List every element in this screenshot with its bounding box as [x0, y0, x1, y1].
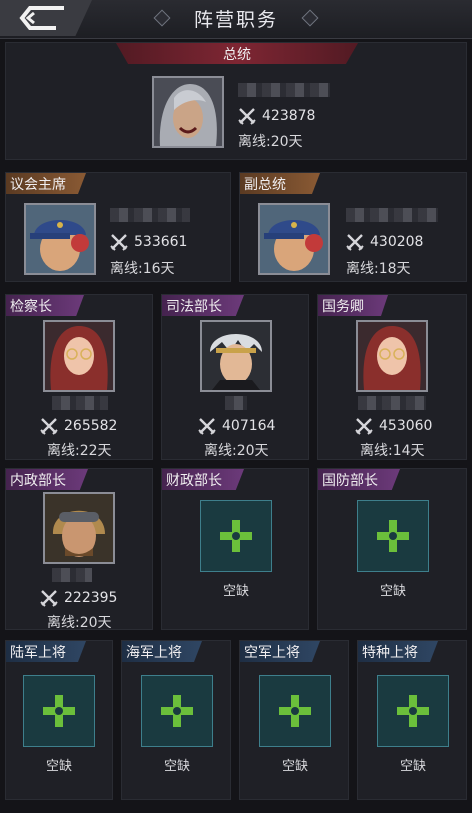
navy-general-vacant-label: 空缺 [163, 759, 190, 774]
special-forces-general-vacant-slot[interactable] [377, 675, 449, 747]
top-bar: 阵营职务 [0, 0, 472, 39]
crossed-swords-icon [40, 418, 58, 435]
prosecutor-power: 265582 [40, 417, 117, 435]
vice-president-avatar[interactable] [258, 203, 330, 275]
capped-soldier-portrait-icon [260, 205, 328, 273]
page-title: 阵营职务 [193, 8, 278, 31]
vice-president-power: 430208 [346, 233, 423, 251]
gray-haired-portrait-icon [154, 78, 222, 146]
plus-add-icon [397, 695, 429, 727]
air-force-general-vacant-slot[interactable] [259, 675, 331, 747]
justice-minister-power: 407164 [198, 417, 275, 435]
navy-general-vacant-slot[interactable] [141, 675, 213, 747]
air-force-general-title-banner: 空军上将 [240, 641, 320, 662]
vice-president-name-blurred [346, 208, 438, 222]
interior-minister-title-banner: 内政部长 [6, 469, 88, 490]
interior-minister-power: 222395 [40, 589, 117, 607]
justice-minister-offline: 离线:20天 [204, 443, 269, 459]
white-haired-man-portrait-icon [202, 322, 270, 390]
leader-title-banner: 总统 [116, 43, 358, 64]
leader-title: 总统 [223, 46, 251, 63]
leader-power: 423878 [238, 107, 315, 125]
leader-avatar[interactable] [152, 76, 224, 148]
army-general-vacant-label: 空缺 [45, 759, 72, 774]
goggled-man-portrait-icon [45, 494, 113, 562]
crossed-swords-icon [110, 234, 128, 251]
prosecutor-offline: 离线:22天 [47, 443, 112, 459]
defense-minister-title-banner: 国防部长 [318, 469, 400, 490]
justice-minister-title-banner: 司法部长 [162, 295, 244, 316]
finance-minister-vacant-label: 空缺 [222, 584, 249, 599]
plus-add-icon [43, 695, 75, 727]
army-general-vacant-slot[interactable] [23, 675, 95, 747]
navy-general-title-banner: 海军上将 [122, 641, 202, 662]
interior-minister-offline: 离线:20天 [47, 615, 112, 631]
speaker-power: 533661 [110, 233, 187, 251]
plus-add-icon [220, 520, 252, 552]
prosecutor-title-banner: 检察长 [6, 295, 84, 316]
special-forces-general-title-banner: 特种上将 [358, 641, 438, 662]
air-force-general-vacant-label: 空缺 [281, 759, 308, 774]
crossed-swords-icon [198, 418, 216, 435]
prosecutor-avatar[interactable] [43, 320, 115, 392]
back-button[interactable] [0, 0, 92, 36]
secretary-of-state-name-blurred [358, 396, 426, 410]
interior-minister-avatar[interactable] [43, 492, 115, 564]
finance-minister-title-banner: 财政部长 [162, 469, 244, 490]
red-haired-woman-portrait-icon [358, 322, 426, 390]
speaker-offline: 离线:16天 [110, 261, 175, 277]
plus-add-icon [377, 520, 409, 552]
secretary-of-state-avatar[interactable] [356, 320, 428, 392]
plus-add-icon [161, 695, 193, 727]
justice-minister-name-blurred [225, 396, 247, 410]
secretary-of-state-power: 453060 [355, 417, 432, 435]
special-forces-general-vacant-label: 空缺 [399, 759, 426, 774]
interior-minister-name-blurred [52, 568, 92, 582]
vice-president-offline: 离线:18天 [346, 261, 411, 277]
leader-offline: 离线:20天 [238, 134, 303, 150]
crossed-swords-icon [355, 418, 373, 435]
justice-minister-avatar[interactable] [200, 320, 272, 392]
army-general-title-banner: 陆军上将 [6, 641, 86, 662]
finance-minister-vacant-slot[interactable] [200, 500, 272, 572]
secretary-of-state-offline: 离线:14天 [360, 443, 425, 459]
defense-minister-vacant-slot[interactable] [357, 500, 429, 572]
red-haired-woman-portrait-icon [45, 322, 113, 390]
speaker-avatar[interactable] [24, 203, 96, 275]
leader-panel: 总统 [5, 42, 467, 160]
speaker-name-blurred [110, 208, 190, 222]
crossed-swords-icon [238, 108, 256, 125]
crossed-swords-icon [40, 590, 58, 607]
speaker-title-banner: 议会主席 [6, 173, 86, 194]
leader-name-blurred [238, 83, 330, 97]
back-arrow-icon [19, 6, 64, 30]
prosecutor-name-blurred [52, 396, 108, 410]
vice-president-title-banner: 副总统 [240, 173, 320, 194]
defense-minister-vacant-label: 空缺 [379, 584, 406, 599]
crossed-swords-icon [346, 234, 364, 251]
plus-add-icon [279, 695, 311, 727]
secretary-of-state-title-banner: 国务卿 [318, 295, 388, 316]
capped-soldier-portrait-icon [26, 205, 94, 273]
